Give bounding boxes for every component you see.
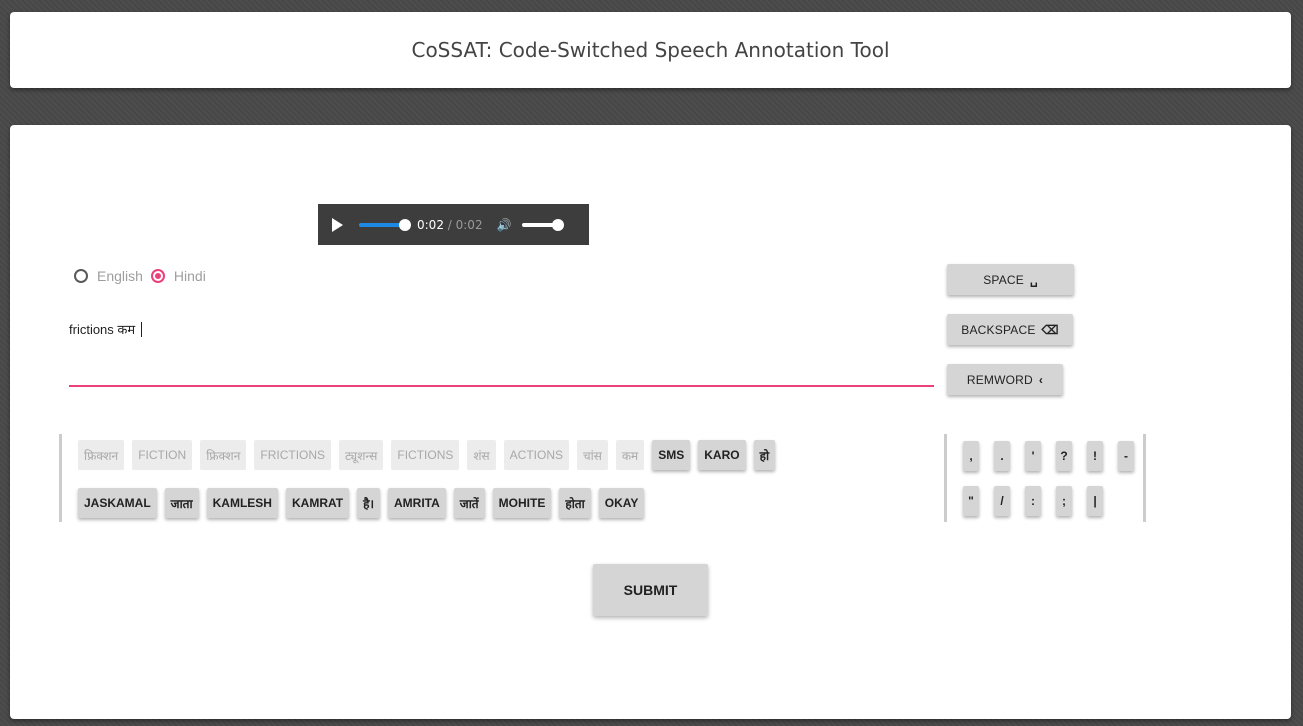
duration: 0:02 xyxy=(455,217,483,232)
punctuation-row-2: " /:; | xyxy=(963,486,1118,516)
suggestion-row-1: फ्रिक्शन FICTION फ्रिक्शन FRICTIONS ट्यूशन्स… xyxy=(78,440,783,470)
transcript-text: frictions कम xyxy=(69,320,142,338)
suggestion-chip-r2-7[interactable]: MOHITE xyxy=(492,488,552,518)
app-header: CoSSAT: Code-Switched Speech Annotation … xyxy=(10,12,1291,88)
suggestion-chip-r1-1: FICTION xyxy=(132,440,193,470)
suggestion-row-2: JASKAMAL जाता KAMLESH KAMRAT है। AMRITA जातें M… xyxy=(78,488,652,518)
punctuation-row-1: ,. '?! - xyxy=(963,441,1149,471)
punctuation-key-row1-3[interactable]: ? xyxy=(1056,441,1072,471)
radio-hindi[interactable] xyxy=(150,269,165,283)
submit-button[interactable]: SUBMIT xyxy=(593,564,708,616)
punctuation-key-row1-1[interactable]: . xyxy=(994,441,1010,471)
suggestion-chip-r1-8: चांस xyxy=(577,440,608,470)
space-label: SPACE xyxy=(983,272,1024,287)
suggestion-chip-r2-8[interactable]: होता xyxy=(559,488,591,518)
punctuation-key-row1-4[interactable]: ! xyxy=(1087,441,1103,471)
suggestion-chip-r1-3: FRICTIONS xyxy=(254,440,332,470)
current-time: 0:02 xyxy=(417,217,444,232)
main-panel: 0:02 / 0:02 🔊 English Hindi frictions कम… xyxy=(10,125,1291,719)
space-button[interactable]: SPACE ␣ xyxy=(947,264,1074,295)
seek-bar[interactable] xyxy=(359,218,411,231)
backspace-button[interactable]: BACKSPACE ⌫ xyxy=(947,314,1073,345)
text-caret xyxy=(140,322,142,337)
language-selector: English Hindi xyxy=(74,268,214,284)
seek-knob[interactable] xyxy=(399,218,411,231)
suggestion-chip-r2-0[interactable]: JASKAMAL xyxy=(78,488,157,518)
space-icon: ␣ xyxy=(1029,272,1038,287)
play-icon[interactable] xyxy=(332,217,343,232)
suggestion-chip-r1-0: फ्रिक्शन xyxy=(78,440,125,470)
suggestion-chip-r1-7: ACTIONS xyxy=(503,440,569,470)
radio-english[interactable] xyxy=(74,269,88,283)
punctuation-key-row2-1[interactable]: / xyxy=(994,486,1010,516)
radio-english-label[interactable]: English xyxy=(97,268,143,284)
backspace-icon: ⌫ xyxy=(1041,322,1059,337)
suggestion-chip-r2-4[interactable]: है। xyxy=(357,488,381,518)
suggestion-chip-r1-9: कम xyxy=(615,440,645,470)
transcript-value: frictions कम xyxy=(69,322,139,337)
volume-slider[interactable] xyxy=(521,218,564,231)
transcript-input[interactable]: frictions कम xyxy=(69,313,934,387)
punctuation-key-row1-0[interactable]: , xyxy=(963,441,979,471)
punctuation-key-row2-2[interactable]: : xyxy=(1025,486,1041,516)
volume-icon[interactable]: 🔊 xyxy=(497,218,512,232)
app-title: CoSSAT: Code-Switched Speech Annotation … xyxy=(411,38,890,62)
suggestion-chip-r1-6: शंस xyxy=(467,440,496,470)
suggestion-chip-r1-5: FICTIONS xyxy=(391,440,460,470)
suggestion-chip-r2-5[interactable]: AMRITA xyxy=(388,488,446,518)
suggestion-chip-r1-4: ट्यूशन्स xyxy=(339,440,384,470)
punctuation-keyboard: ,. '?! - " /:; | xyxy=(944,434,1146,522)
punctuation-key-row2-4[interactable]: | xyxy=(1087,486,1103,516)
punctuation-key-row2-0[interactable]: " xyxy=(963,486,979,516)
suggestion-chip-r2-3[interactable]: KAMRAT xyxy=(285,488,350,518)
suggestion-chip-r1-2: फ्रिक्शन xyxy=(200,440,247,470)
suggestion-chip-r1-10[interactable]: SMS xyxy=(652,440,691,470)
chevron-left-icon: ‹ xyxy=(1038,372,1044,387)
remword-button[interactable]: REMWORD ‹ xyxy=(947,364,1063,395)
suggestion-chip-r2-6[interactable]: जातें xyxy=(453,488,485,518)
punctuation-key-row1-2[interactable]: ' xyxy=(1025,441,1041,471)
suggestion-chip-r2-1[interactable]: जाता xyxy=(164,488,199,518)
time-display: 0:02 / 0:02 xyxy=(417,218,483,232)
audio-player: 0:02 / 0:02 🔊 xyxy=(318,204,589,245)
volume-knob[interactable] xyxy=(551,218,564,231)
suggestion-keyboard: फ्रिक्शन FICTION फ्रिक्शन FRICTIONS ट्यूशन्स… xyxy=(59,434,892,522)
punctuation-key-row2-3[interactable]: ; xyxy=(1056,486,1072,516)
time-separator: / xyxy=(443,217,456,232)
radio-hindi-label[interactable]: Hindi xyxy=(174,268,206,284)
suggestion-chip-r1-11[interactable]: KARO xyxy=(698,440,746,470)
suggestion-chip-r2-2[interactable]: KAMLESH xyxy=(206,488,278,518)
backspace-label: BACKSPACE xyxy=(961,322,1036,337)
remword-label: REMWORD xyxy=(966,372,1033,387)
suggestion-chip-r2-9[interactable]: OKAY xyxy=(598,488,645,518)
punctuation-key-row1-5[interactable]: - xyxy=(1118,441,1134,471)
suggestion-chip-r1-12[interactable]: हो xyxy=(753,440,776,470)
